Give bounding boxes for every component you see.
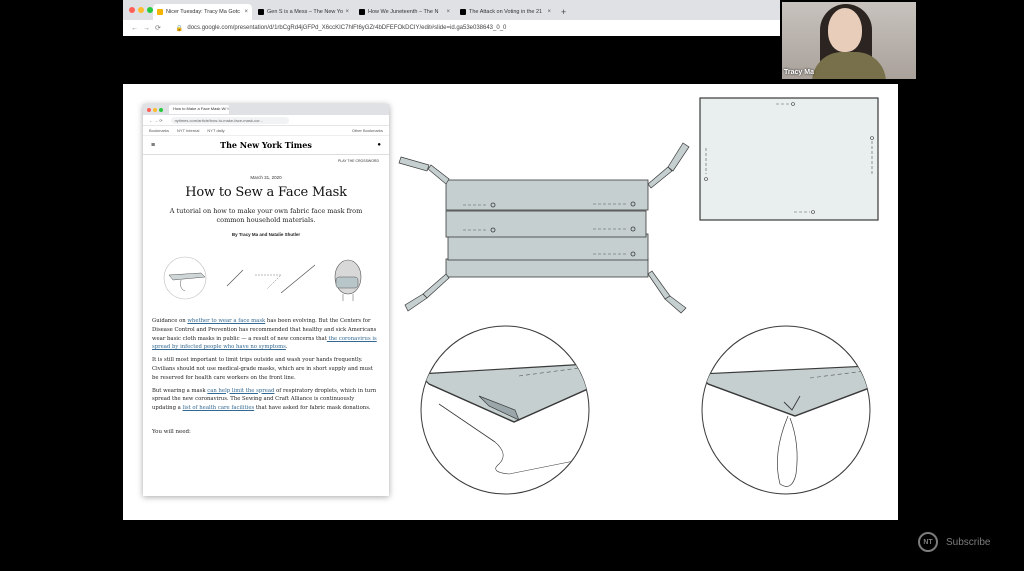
you-will-need-heading: You will need: (152, 428, 191, 435)
sewing-detail-left-illustration (420, 325, 590, 495)
channel-logo-icon: NT (918, 532, 938, 552)
article-nav-icon: ← → ⟳ (149, 117, 163, 123)
nyt-logo: The New York Times (220, 140, 312, 150)
nav-arrows-icon[interactable]: ←→⟳ (131, 24, 166, 32)
slides-favicon-icon (157, 9, 163, 15)
close-tab-icon[interactable]: × (547, 9, 551, 15)
article-body: Guidance on whether to wear a face mask … (143, 317, 389, 413)
hamburger-menu-icon: ≡ (151, 141, 156, 149)
article-tab: How to Make a Face Mask W/ t (169, 105, 229, 114)
article-title: How to Sew a Face Mask (185, 185, 347, 200)
crossword-link: PLAY THE CROSSWORD (337, 159, 379, 163)
nyt-favicon-icon (359, 9, 365, 15)
bookmarks-bar: Bookmarks NYT Internal NYT daily Other B… (143, 126, 389, 136)
fabric-rectangle-illustration (699, 97, 879, 221)
person-face (828, 8, 862, 52)
tab-label: How We Juneteenth – The N (368, 9, 439, 15)
nyt-favicon-icon (460, 9, 466, 15)
mask-steps-illustration (163, 256, 362, 301)
browser-tab[interactable]: Gen S is a Mess – The New Yo × (254, 4, 353, 20)
nyt-favicon-icon (258, 9, 264, 15)
webcam-feed: Tracy Ma (782, 2, 916, 79)
sewing-detail-right-illustration (701, 325, 871, 495)
bookmark-item: NYT daily (207, 128, 225, 133)
bookmark-item: Bookmarks (149, 128, 170, 133)
bookmark-item: NYT Internal (177, 128, 200, 133)
tab-label: The Attack on Voting in the 21 (469, 9, 543, 15)
address-bar[interactable]: ←→⟳ 🔒 docs.google.com/presentation/d/1rb… (123, 20, 780, 36)
browser-window-chrome: Nicer Tuesday: Tracy Ma Gotc × Gen S is … (123, 0, 780, 36)
article-address-bar: ← → ⟳ nytimes.com/article/how-to-make-fa… (143, 115, 389, 126)
nyt-masthead: ≡ The New York Times ● (143, 136, 389, 155)
article-link[interactable]: whether to wear a face mask (187, 318, 265, 324)
article-url: nytimes.com/article/how-to-make-face-mas… (170, 116, 289, 124)
user-icon: ● (377, 142, 381, 148)
article-dek: A tutorial on how to make your own fabri… (169, 207, 363, 224)
article-tab-strip: How to Make a Face Mask W/ t (143, 104, 389, 115)
participant-name: Tracy Ma (784, 69, 814, 76)
other-bookmarks: Other Bookmarks (351, 128, 383, 133)
browser-tab[interactable]: Nicer Tuesday: Tracy Ma Gotc × (153, 4, 252, 20)
new-tab-button[interactable]: + (561, 4, 566, 20)
tab-strip: Nicer Tuesday: Tracy Ma Gotc × Gen S is … (123, 0, 780, 20)
tab-label: Gen S is a Mess – The New Yo (267, 9, 344, 15)
article-paragraph: But wearing a mask can help limit the sp… (152, 387, 377, 412)
article-date: March 31, 2020 (250, 175, 282, 180)
url-text: docs.google.com/presentation/d/1rbCgRd4j… (187, 25, 507, 31)
article-paragraph: Guidance on whether to wear a face mask … (152, 318, 377, 351)
subscribe-button[interactable]: NT Subscribe (918, 532, 990, 552)
browser-tab[interactable]: The Attack on Voting in the 21 × (456, 4, 555, 20)
article-paragraph: It is still most important to limit trip… (152, 357, 373, 381)
lock-icon: 🔒 (175, 25, 184, 32)
subscribe-label: Subscribe (946, 536, 991, 548)
browser-tab[interactable]: How We Juneteenth – The N × (355, 4, 454, 20)
close-tab-icon[interactable]: × (446, 9, 450, 15)
article-illustrations (143, 253, 389, 303)
article-byline: By Tracy Ma and Natalie Shutler (231, 232, 301, 237)
article-window-controls (147, 107, 163, 112)
tab-label: Nicer Tuesday: Tracy Ma Gotc (166, 9, 240, 15)
article-link[interactable]: list of health care facilities (183, 405, 255, 411)
presentation-slide: How to Make a Face Mask W/ t ← → ⟳ nytim… (123, 84, 898, 520)
article-screenshot: How to Make a Face Mask W/ t ← → ⟳ nytim… (143, 104, 389, 496)
close-tab-icon[interactable]: × (345, 9, 349, 15)
close-tab-icon[interactable]: × (244, 9, 248, 15)
article-link[interactable]: can help limit the spread (207, 388, 274, 394)
folded-mask-illustration (398, 142, 690, 314)
